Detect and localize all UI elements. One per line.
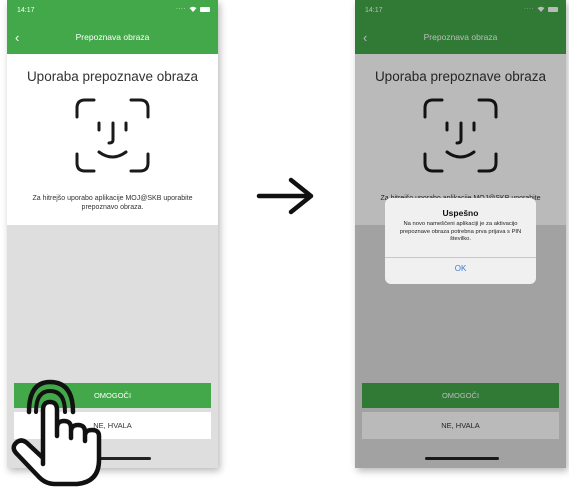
status-time: 14:17: [17, 7, 35, 14]
success-alert: Uspešno Na novo nameščeni aplikaciji je …: [385, 198, 536, 284]
battery-icon: [200, 6, 210, 12]
status-bar: 14:17 ····: [7, 0, 218, 22]
nav-title: Prepoznava obraza: [75, 32, 150, 42]
wifi-icon: [189, 6, 197, 12]
status-icons: ····: [176, 6, 210, 12]
alert-title: Uspešno: [442, 208, 479, 218]
main-content: Uporaba prepoznave obraza Za hitrejšo up…: [7, 54, 218, 225]
page-title: Uporaba prepoznave obraza: [26, 69, 199, 84]
alert-ok-button[interactable]: OK: [385, 258, 536, 284]
face-id-icon: [75, 98, 150, 173]
signal-icon: ····: [176, 6, 186, 12]
arrow-right-icon: [256, 177, 314, 215]
description-text: Za hitrejšo uporabo aplikacije MOJ@SKB u…: [32, 195, 193, 211]
pointing-hand-icon: [11, 379, 102, 487]
nav-bar: ‹ Prepoznava obraza: [7, 22, 218, 54]
alert-message: Na novo nameščeni aplikaciji je za aktiv…: [399, 221, 522, 242]
phone-screen-after: 14:17 ···· ‹ Prepoznava obraza Uporaba p…: [355, 0, 566, 468]
